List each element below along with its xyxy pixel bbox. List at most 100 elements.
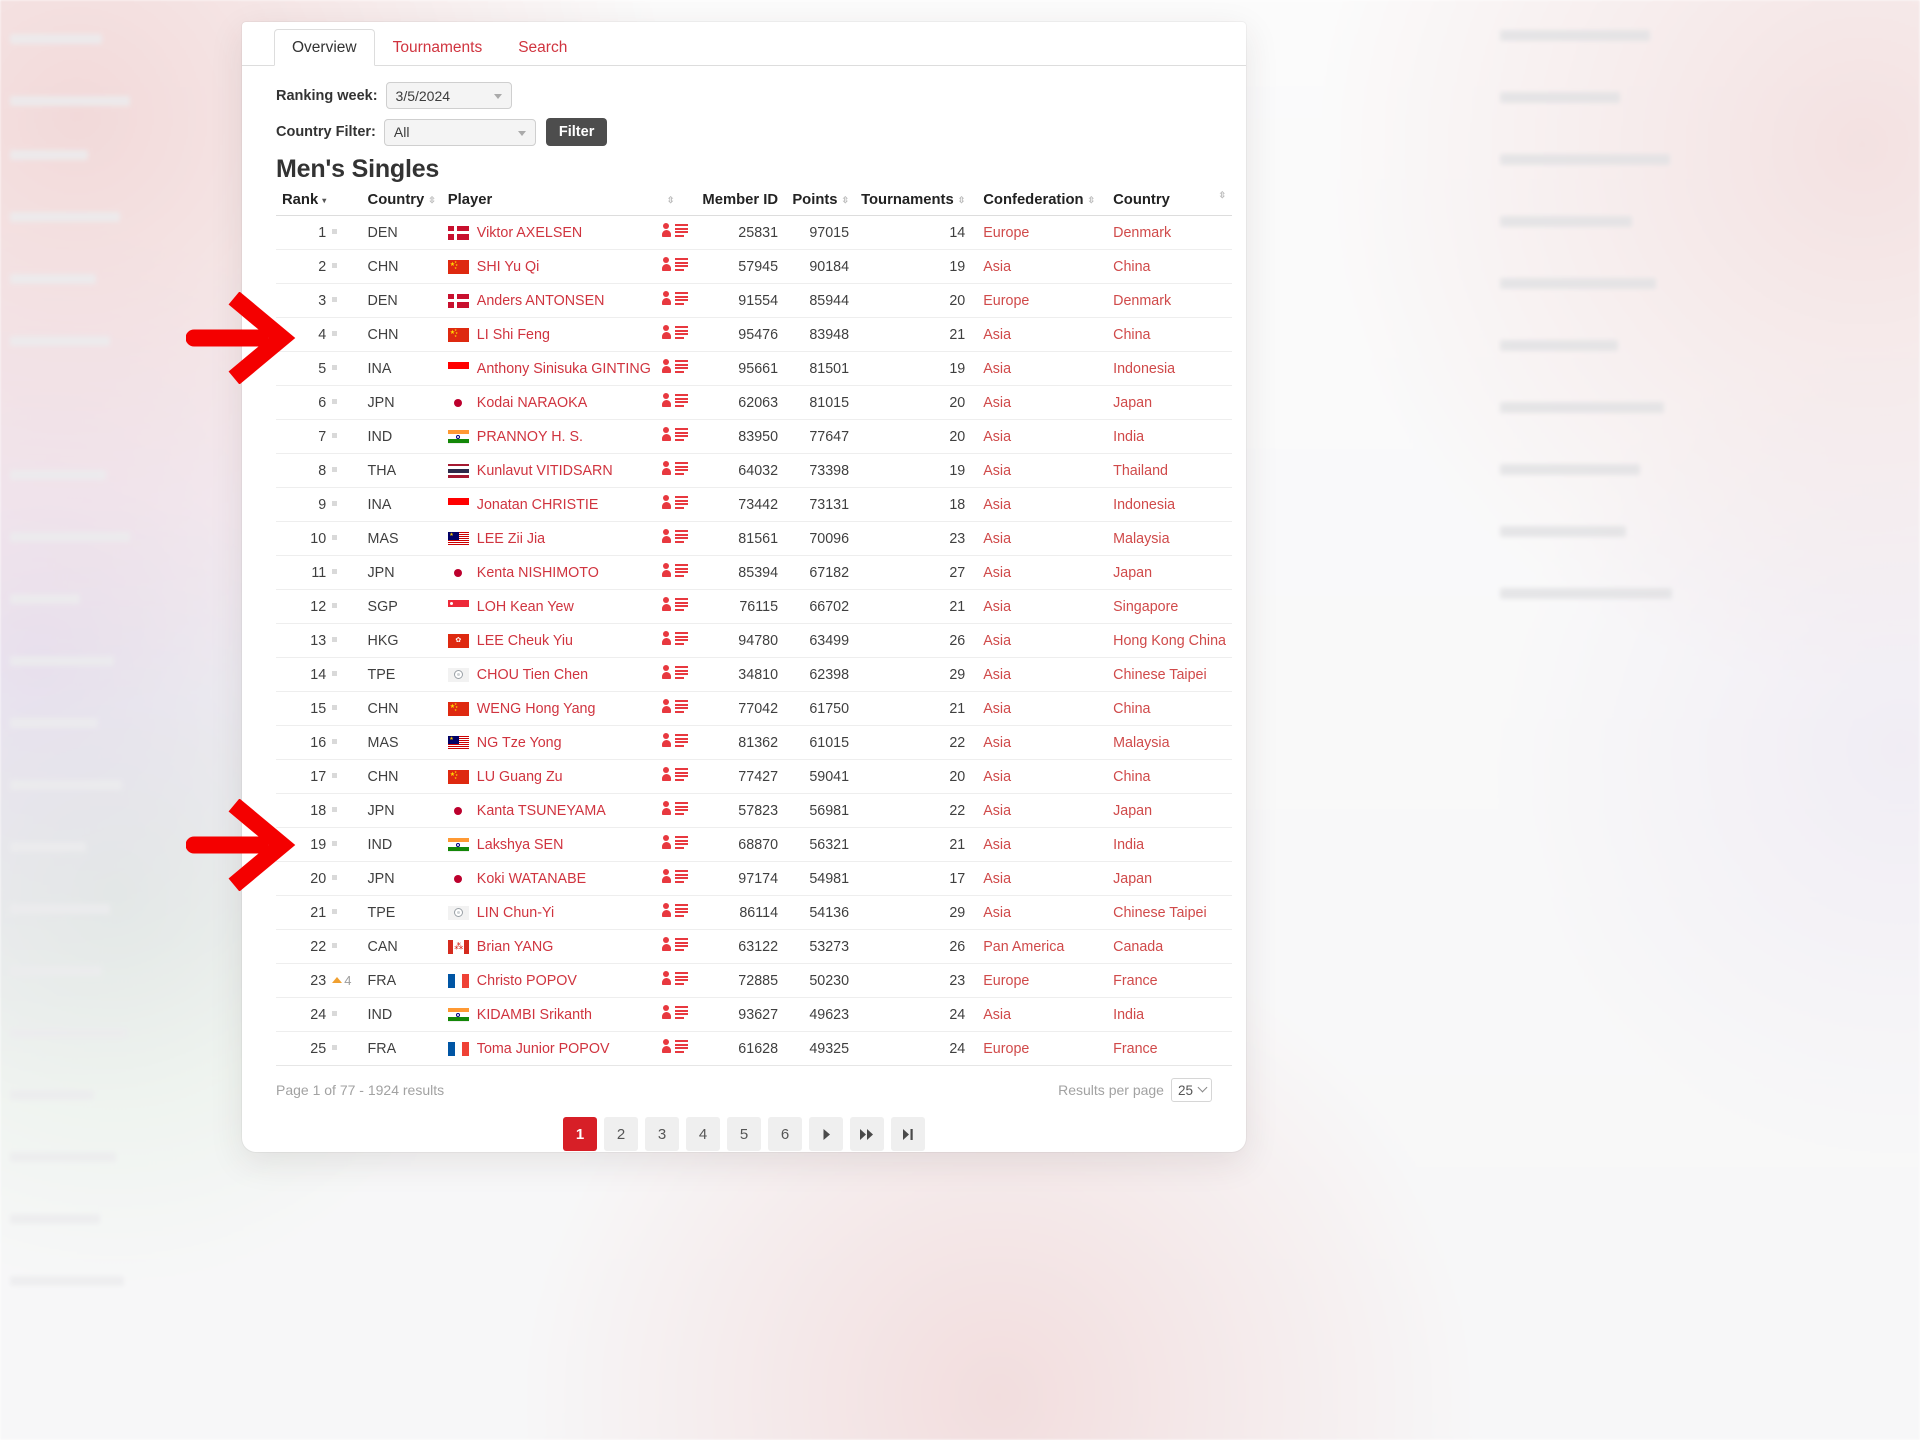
player-profile-icon[interactable] <box>661 665 689 680</box>
player-profile-icon[interactable] <box>661 1039 689 1054</box>
country-link[interactable]: Japan <box>1113 395 1152 411</box>
confederation-link[interactable]: Europe <box>983 293 1029 309</box>
country-link[interactable]: Japan <box>1113 565 1152 581</box>
column-header-country-code[interactable]: Country ⇳ <box>357 190 442 216</box>
player-profile-icon[interactable] <box>661 835 689 850</box>
player-link[interactable]: LEE Cheuk Yiu <box>477 633 573 649</box>
column-header-tournaments[interactable]: Tournaments ⇳ <box>855 190 972 216</box>
country-link[interactable]: India <box>1113 1007 1144 1023</box>
country-link[interactable]: Hong Kong China <box>1113 633 1226 649</box>
country-link[interactable]: China <box>1113 769 1150 785</box>
player-link[interactable]: Kodai NARAOKA <box>477 395 587 411</box>
player-profile-icon[interactable] <box>661 631 689 646</box>
column-header-points[interactable]: Points ⇳ <box>784 190 856 216</box>
player-profile-icon[interactable] <box>661 393 689 408</box>
player-link[interactable]: Anthony Sinisuka GINTING <box>477 361 651 377</box>
player-link[interactable]: Koki WATANABE <box>477 871 586 887</box>
player-link[interactable]: Lakshya SEN <box>477 837 564 853</box>
confederation-link[interactable]: Asia <box>983 531 1011 547</box>
column-header-member-id[interactable]: Member ID <box>695 190 785 216</box>
country-link[interactable]: Chinese Taipei <box>1113 905 1207 921</box>
country-link[interactable]: Thailand <box>1113 463 1168 479</box>
player-profile-icon[interactable] <box>661 495 689 510</box>
column-header-country[interactable]: Country ⇳ <box>1101 190 1232 216</box>
country-link[interactable]: China <box>1113 701 1150 717</box>
country-link[interactable]: China <box>1113 327 1150 343</box>
confederation-link[interactable]: Europe <box>983 1041 1029 1057</box>
player-link[interactable]: LI Shi Feng <box>477 327 550 343</box>
ranking-week-select[interactable]: 3/5/2024 <box>385 82 512 109</box>
player-profile-icon[interactable] <box>661 427 689 442</box>
confederation-link[interactable]: Asia <box>983 259 1011 275</box>
tab-search[interactable]: Search <box>500 29 585 66</box>
confederation-link[interactable]: Asia <box>983 735 1011 751</box>
results-per-page-select[interactable]: 25 <box>1170 1078 1212 1102</box>
country-link[interactable]: Japan <box>1113 871 1152 887</box>
player-link[interactable]: WENG Hong Yang <box>477 701 596 717</box>
player-link[interactable]: PRANNOY H. S. <box>477 429 583 445</box>
country-link[interactable]: India <box>1113 429 1144 445</box>
country-link[interactable]: France <box>1113 1041 1158 1057</box>
player-profile-icon[interactable] <box>661 223 689 238</box>
country-link[interactable]: Malaysia <box>1113 735 1169 751</box>
tab-tournaments[interactable]: Tournaments <box>375 29 501 66</box>
fast-forward-icon[interactable] <box>850 1117 884 1151</box>
filter-button[interactable]: Filter <box>545 118 608 146</box>
player-link[interactable]: LOH Kean Yew <box>477 599 574 615</box>
confederation-link[interactable]: Asia <box>983 701 1011 717</box>
player-link[interactable]: Jonatan CHRISTIE <box>477 497 599 513</box>
player-link[interactable]: LU Guang Zu <box>477 769 563 785</box>
player-profile-icon[interactable] <box>661 937 689 952</box>
confederation-link[interactable]: Asia <box>983 667 1011 683</box>
confederation-link[interactable]: Asia <box>983 497 1011 513</box>
country-link[interactable]: China <box>1113 259 1150 275</box>
tab-overview[interactable]: Overview <box>274 28 375 66</box>
confederation-link[interactable]: Asia <box>983 837 1011 853</box>
player-profile-icon[interactable] <box>661 563 689 578</box>
country-link[interactable]: Indonesia <box>1113 361 1175 377</box>
player-profile-icon[interactable] <box>661 1005 689 1020</box>
country-filter-select[interactable]: All <box>383 118 536 146</box>
confederation-link[interactable]: Asia <box>983 361 1011 377</box>
player-profile-icon[interactable] <box>661 325 689 340</box>
last-page-icon[interactable] <box>891 1117 925 1151</box>
player-profile-icon[interactable] <box>661 767 689 782</box>
confederation-link[interactable]: Asia <box>983 1007 1011 1023</box>
pagination-page-1[interactable]: 1 <box>563 1117 597 1151</box>
player-profile-icon[interactable] <box>661 869 689 884</box>
column-header-player[interactable]: Player <box>441 190 657 216</box>
player-link[interactable]: NG Tze Yong <box>477 735 562 751</box>
confederation-link[interactable]: Asia <box>983 633 1011 649</box>
player-profile-icon[interactable] <box>661 971 689 986</box>
player-link[interactable]: Brian YANG <box>477 939 554 955</box>
country-link[interactable]: Canada <box>1113 939 1163 955</box>
country-link[interactable]: India <box>1113 837 1144 853</box>
country-link[interactable]: Denmark <box>1113 225 1171 241</box>
player-link[interactable]: Kanta TSUNEYAMA <box>477 803 606 819</box>
country-link[interactable]: Denmark <box>1113 293 1171 309</box>
player-link[interactable]: LEE Zii Jia <box>477 531 545 547</box>
confederation-link[interactable]: Asia <box>983 871 1011 887</box>
country-link[interactable]: Chinese Taipei <box>1113 667 1207 683</box>
column-header-player-sort[interactable]: ⇳ <box>656 190 696 216</box>
player-profile-icon[interactable] <box>661 257 689 272</box>
next-page-icon[interactable] <box>809 1117 843 1151</box>
pagination-page-6[interactable]: 6 <box>768 1117 802 1151</box>
player-link[interactable]: CHOU Tien Chen <box>477 667 588 683</box>
column-header-confederation[interactable]: Confederation ⇳ <box>971 190 1102 216</box>
player-link[interactable]: SHI Yu Qi <box>477 259 540 275</box>
player-link[interactable]: LIN Chun-Yi <box>477 905 554 921</box>
player-profile-icon[interactable] <box>661 903 689 918</box>
player-profile-icon[interactable] <box>661 597 689 612</box>
player-profile-icon[interactable] <box>661 733 689 748</box>
player-profile-icon[interactable] <box>661 291 689 306</box>
confederation-link[interactable]: Asia <box>983 905 1011 921</box>
pagination-page-3[interactable]: 3 <box>645 1117 679 1151</box>
player-link[interactable]: Kunlavut VITIDSARN <box>477 463 613 479</box>
confederation-link[interactable]: Asia <box>983 803 1011 819</box>
column-header-rank[interactable]: Rank ▾ <box>276 190 329 216</box>
player-profile-icon[interactable] <box>661 461 689 476</box>
country-link[interactable]: Singapore <box>1113 599 1178 615</box>
player-profile-icon[interactable] <box>661 529 689 544</box>
confederation-link[interactable]: Asia <box>983 395 1011 411</box>
